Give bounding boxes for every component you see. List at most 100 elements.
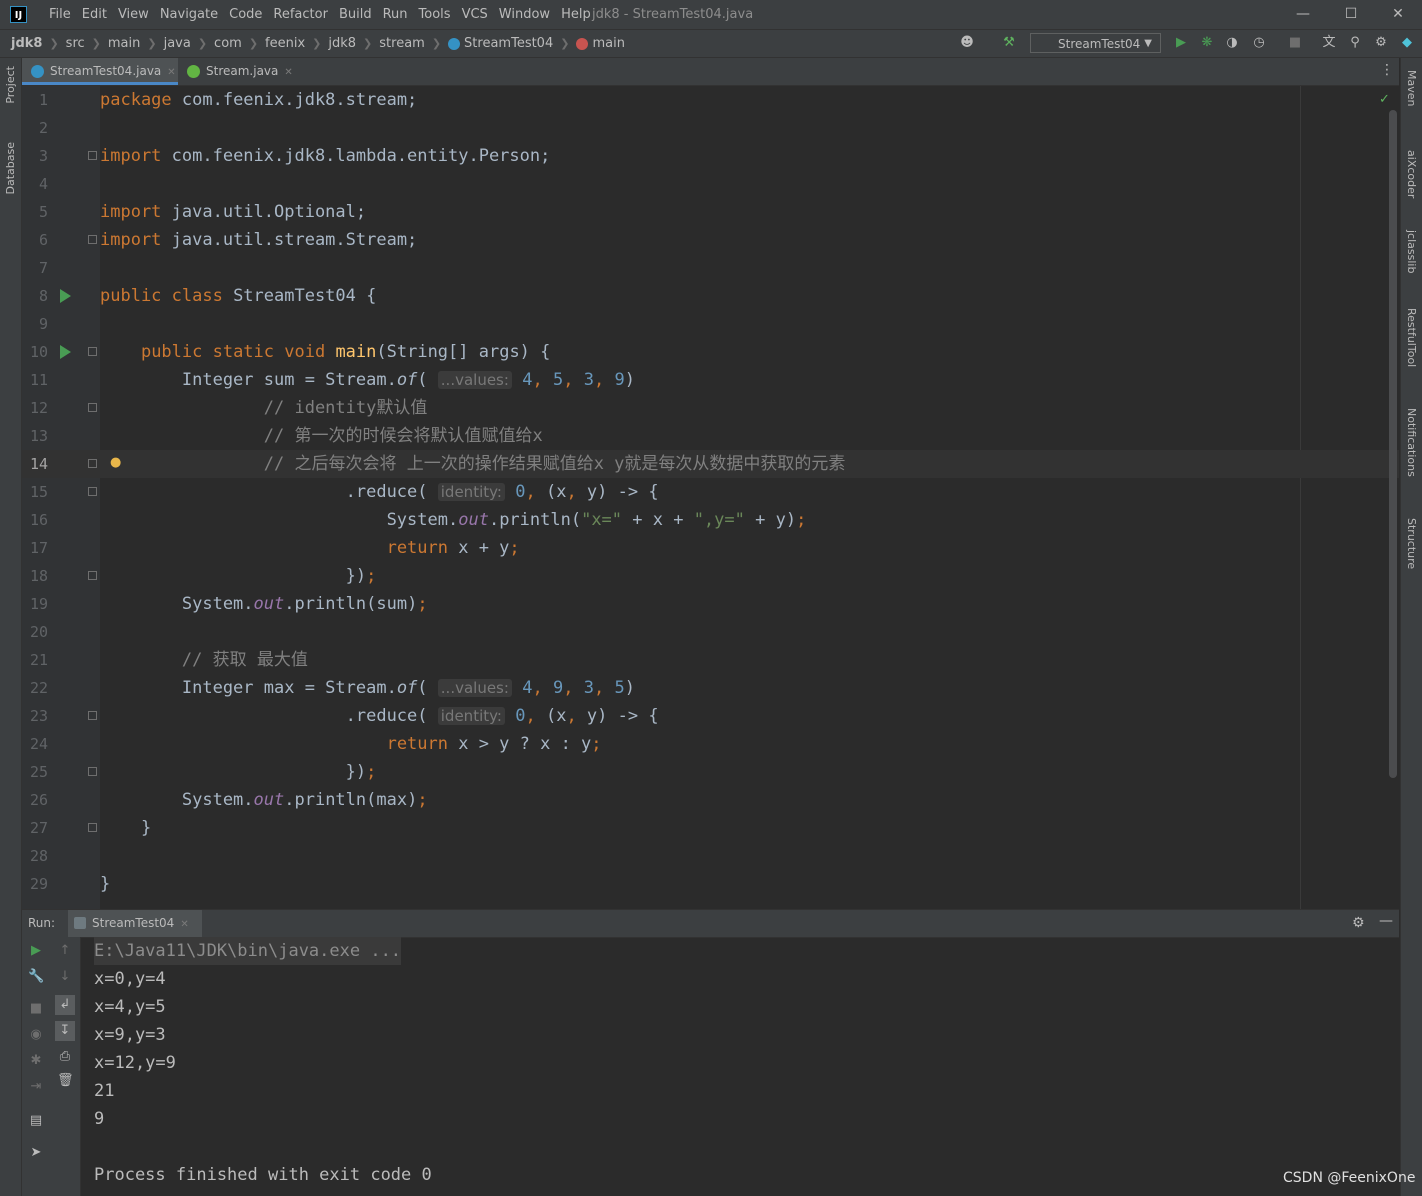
debug-icon[interactable]: ❋ — [1198, 34, 1216, 52]
code-line[interactable]: 26 System.out.println(max); — [22, 786, 1399, 814]
maven-tool-button[interactable]: Maven — [1405, 70, 1418, 106]
code-line[interactable]: 17 return x + y; — [22, 534, 1399, 562]
intellij-logo-icon[interactable]: IJ — [10, 6, 27, 23]
minimize-icon[interactable]: — — [1280, 0, 1326, 29]
stop-icon[interactable]: ■ — [28, 1001, 44, 1017]
tab-streamtest04-java[interactable]: StreamTest04.java ✕ — [22, 58, 178, 85]
menu-view[interactable]: View — [114, 7, 153, 22]
scroll-to-end-icon[interactable]: ↧ — [55, 1021, 75, 1041]
breadcrumb-item[interactable]: jdk8 — [328, 36, 356, 51]
breadcrumb-item[interactable]: jdk8 — [11, 36, 42, 51]
code-line[interactable]: 14 ● // 之后每次会将 上一次的操作结果赋值给x y就是每次从数据中获取的元… — [22, 450, 1399, 478]
tab-stream-java[interactable]: Stream.java ✕ — [178, 58, 298, 85]
code-line[interactable]: 7 — [22, 254, 1399, 282]
exit-icon[interactable]: ⇥ — [28, 1079, 44, 1095]
code-line[interactable]: 22 Integer max = Stream.of( ...values: 4… — [22, 674, 1399, 702]
menu-vcs[interactable]: VCS — [458, 7, 492, 22]
code-line[interactable]: 3 import com.feenix.jdk8.lambda.entity.Pe… — [22, 142, 1399, 170]
breadcrumb-item[interactable]: stream — [379, 36, 425, 51]
menu-edit[interactable]: Edit — [78, 7, 111, 22]
no-problems-check-icon[interactable]: ✓ — [1379, 92, 1390, 107]
code-line[interactable]: 18 }); — [22, 562, 1399, 590]
breadcrumb-item[interactable]: src — [66, 36, 85, 51]
code-line[interactable]: 15 .reduce( identity: 0, (x, y) -> { — [22, 478, 1399, 506]
fold-marker-icon[interactable] — [88, 571, 97, 580]
more-tabs-icon[interactable]: ⋮ — [1380, 62, 1394, 78]
close-tab-icon[interactable]: ✕ — [284, 67, 292, 78]
settings-icon[interactable]: ⚙ — [1352, 915, 1365, 931]
code-line[interactable]: 28 — [22, 842, 1399, 870]
breadcrumb-item[interactable]: java — [164, 36, 191, 51]
rerun-icon[interactable]: ▶ — [28, 943, 44, 959]
close-tab-icon[interactable]: ✕ — [167, 67, 175, 78]
kill-icon[interactable]: ✱ — [28, 1053, 44, 1069]
arrow-down-icon[interactable]: ↓ — [57, 969, 73, 985]
editor-scrollbar[interactable] — [1389, 110, 1397, 778]
arrow-up-icon[interactable]: ↑ — [57, 943, 73, 959]
breadcrumb-item[interactable]: main — [108, 36, 140, 51]
structure-tool-button[interactable]: Structure — [1405, 518, 1418, 569]
run-gutter-icon[interactable] — [60, 289, 71, 303]
menu-code[interactable]: Code — [225, 7, 266, 22]
coverage-icon[interactable]: ◑ — [1223, 34, 1241, 52]
jclasslib-tool-button[interactable]: jclasslib — [1405, 230, 1418, 273]
code-line[interactable]: 13 // 第一次的时候会将默认值赋值给x — [22, 422, 1399, 450]
fold-marker-icon[interactable] — [88, 459, 97, 468]
code-line[interactable]: 2 — [22, 114, 1399, 142]
print-icon[interactable]: ⎙ — [57, 1049, 73, 1065]
maximize-icon[interactable]: ☐ — [1328, 0, 1374, 29]
build-hammer-icon[interactable]: ⚒ — [1000, 34, 1018, 52]
settings-icon[interactable]: ⚙ — [1372, 34, 1390, 52]
soft-wrap-icon[interactable]: ↲ — [55, 995, 75, 1015]
breadcrumb-item[interactable]: main — [576, 36, 625, 51]
close-icon[interactable]: ✕ — [1375, 0, 1421, 29]
menu-run[interactable]: Run — [379, 7, 412, 22]
stop-icon[interactable]: ■ — [1286, 34, 1304, 52]
pin-icon[interactable]: ➤ — [28, 1145, 44, 1161]
menu-tools[interactable]: Tools — [415, 7, 455, 22]
breadcrumb-item[interactable]: StreamTest04 — [448, 36, 553, 51]
menu-navigate[interactable]: Navigate — [156, 7, 222, 22]
code-line[interactable]: 6 import java.util.stream.Stream; — [22, 226, 1399, 254]
menu-refactor[interactable]: Refactor — [269, 7, 332, 22]
trash-icon[interactable]: 🗑 — [57, 1073, 74, 1089]
restfultool-tool-button[interactable]: RestfulTool — [1405, 308, 1418, 367]
menu-build[interactable]: Build — [335, 7, 376, 22]
breadcrumb-item[interactable]: feenix — [265, 36, 305, 51]
code-line[interactable]: 24 return x > y ? x : y; — [22, 730, 1399, 758]
code-editor[interactable]: 1 package com.feenix.jdk8.stream; 2 3 import… — [22, 86, 1399, 909]
hide-panel-icon[interactable]: — — [1379, 913, 1393, 929]
user-icon[interactable]: ☻ — [958, 34, 976, 52]
run-tab-streamtest04[interactable]: StreamTest04 ✕ — [68, 910, 202, 937]
run-icon[interactable]: ▶ — [1172, 34, 1190, 52]
notifications-tool-button[interactable]: Notifications — [1405, 408, 1418, 477]
code-line[interactable]: 12 // identity默认值 — [22, 394, 1399, 422]
menu-file[interactable]: File — [45, 7, 75, 22]
code-line[interactable]: 20 — [22, 618, 1399, 646]
project-tool-button[interactable]: Project — [4, 66, 17, 104]
fold-marker-icon[interactable] — [88, 235, 97, 244]
code-line[interactable]: 4 — [22, 170, 1399, 198]
code-line[interactable]: 1 package com.feenix.jdk8.stream; — [22, 86, 1399, 114]
search-icon[interactable]: ⚲ — [1346, 34, 1364, 52]
run-gutter-icon[interactable] — [60, 345, 71, 359]
fold-marker-icon[interactable] — [88, 347, 97, 356]
code-line[interactable]: 11 Integer sum = Stream.of( ...values: 4… — [22, 366, 1399, 394]
fold-marker-icon[interactable] — [88, 403, 97, 412]
fold-marker-icon[interactable] — [88, 767, 97, 776]
translate-icon[interactable]: 文 — [1320, 34, 1338, 52]
fold-marker-icon[interactable] — [88, 151, 97, 160]
fold-marker-icon[interactable] — [88, 823, 97, 832]
code-line[interactable]: 8 public class StreamTest04 { — [22, 282, 1399, 310]
code-line[interactable]: 21 // 获取 最大值 — [22, 646, 1399, 674]
menu-window[interactable]: Window — [495, 7, 554, 22]
code-line[interactable]: 9 — [22, 310, 1399, 338]
code-line[interactable]: 10 public static void main(String[] args… — [22, 338, 1399, 366]
code-line[interactable]: 5 import java.util.Optional; — [22, 198, 1399, 226]
console-output[interactable]: E:\Java11\JDK\bin\java.exe ... x=0,y=4 x=4… — [94, 937, 1394, 1196]
close-run-tab-icon[interactable]: ✕ — [180, 919, 188, 930]
code-line[interactable]: 16 System.out.println("x=" + x + ",y=" +… — [22, 506, 1399, 534]
fold-marker-icon[interactable] — [88, 711, 97, 720]
wrench-icon[interactable]: 🔧 — [28, 969, 44, 985]
database-tool-button[interactable]: Database — [4, 142, 17, 195]
